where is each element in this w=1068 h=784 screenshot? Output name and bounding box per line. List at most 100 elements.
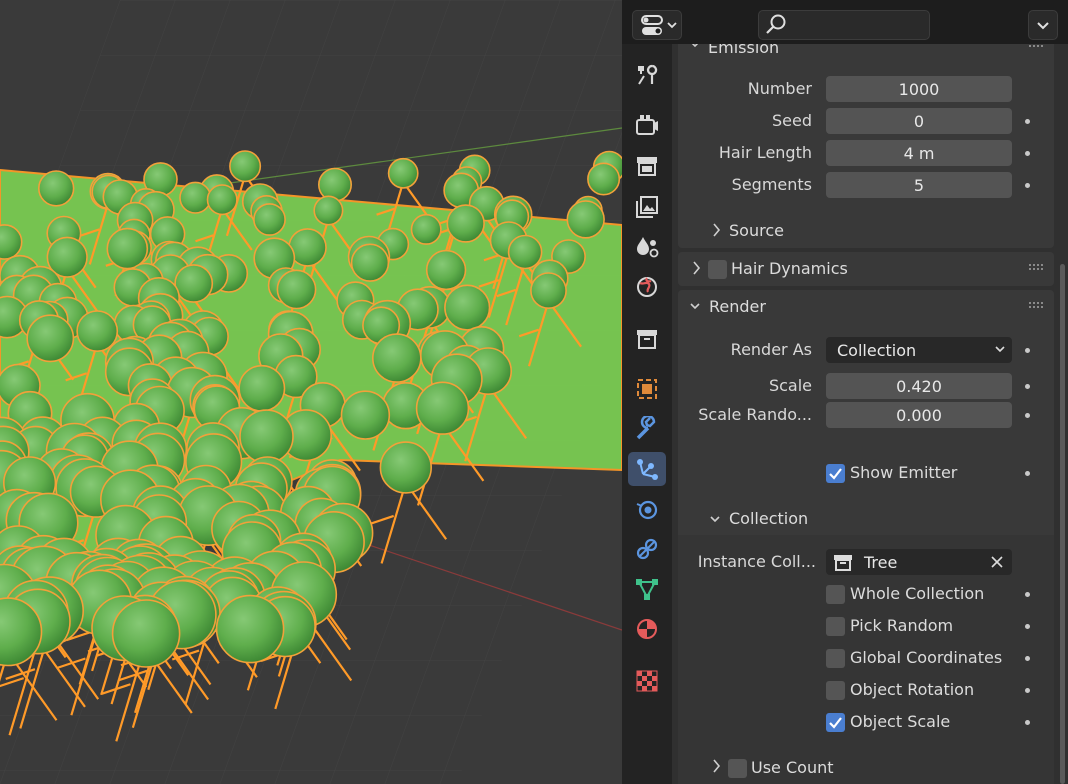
- chevron-down-icon[interactable]: [688, 44, 702, 52]
- hair-dynamics-title[interactable]: Hair Dynamics: [731, 259, 848, 278]
- properties-tabs: [622, 44, 672, 784]
- tab-world[interactable]: [628, 270, 666, 304]
- hair-length-field[interactable]: 4 m: [826, 140, 1012, 166]
- tree-foliage-ball: [317, 167, 352, 202]
- keyframe-dot[interactable]: [1025, 384, 1030, 389]
- object-rotation-label[interactable]: Object Rotation: [850, 680, 974, 699]
- render-panel-title[interactable]: Render: [709, 297, 766, 316]
- pick-random-label[interactable]: Pick Random: [850, 616, 953, 635]
- pick-random-checkbox[interactable]: [826, 617, 845, 636]
- tree-foliage-ball: [313, 195, 344, 226]
- keyframe-dot[interactable]: [1025, 183, 1030, 188]
- chevron-down-icon[interactable]: [708, 514, 722, 528]
- tree-foliage-ball: [387, 157, 419, 189]
- tab-particles[interactable]: [628, 452, 666, 486]
- instance-collection-field[interactable]: Tree: [826, 549, 1012, 575]
- tree-foliage-ball: [566, 200, 605, 239]
- tab-output[interactable]: [628, 149, 666, 183]
- keyframe-dot[interactable]: [1025, 413, 1030, 418]
- emission-panel-title[interactable]: Emission: [708, 44, 779, 57]
- object-scale-checkbox[interactable]: [826, 713, 845, 732]
- tab-constraints[interactable]: [628, 532, 666, 566]
- tree-foliage-ball: [350, 243, 390, 282]
- view-layer-icon: [636, 196, 658, 218]
- use-count-checkbox[interactable]: [728, 759, 747, 778]
- scale-randomness-field[interactable]: 0.000: [826, 402, 1012, 428]
- modifier-icon: [636, 416, 656, 440]
- search-input[interactable]: [758, 10, 930, 40]
- keyframe-dot[interactable]: [1025, 119, 1030, 124]
- tab-collection[interactable]: [628, 322, 666, 356]
- drag-grip-icon[interactable]: [1029, 44, 1045, 48]
- render-as-value: Collection: [837, 340, 917, 360]
- tab-modifier[interactable]: [628, 412, 666, 446]
- tree-foliage-ball: [371, 333, 422, 383]
- instance-collection-value: Tree: [864, 552, 898, 572]
- tab-data[interactable]: [628, 572, 666, 606]
- object-rotation-checkbox[interactable]: [826, 681, 845, 700]
- show-emitter-checkbox[interactable]: [826, 464, 845, 483]
- tab-render[interactable]: [628, 108, 666, 142]
- tab-object[interactable]: [628, 372, 666, 406]
- editor-type-button[interactable]: [632, 10, 682, 40]
- chevron-down-icon: [1037, 22, 1049, 30]
- number-field[interactable]: 1000: [826, 76, 1012, 102]
- whole-collection-label[interactable]: Whole Collection: [850, 584, 984, 603]
- keyframe-dot[interactable]: [1025, 592, 1030, 597]
- tool-icon: [638, 64, 658, 85]
- checkmark-icon: [829, 717, 842, 729]
- tree-foliage-ball: [276, 269, 317, 310]
- tab-scene[interactable]: [628, 230, 666, 264]
- properties-editor: Emission Number 1000 Seed 0 Hair Length …: [622, 0, 1068, 784]
- tree-foliage-ball: [179, 181, 212, 214]
- keyframe-dot[interactable]: [1025, 348, 1030, 353]
- chevron-down-icon: [995, 346, 1005, 353]
- render-icon: [636, 115, 658, 135]
- show-emitter-label[interactable]: Show Emitter: [850, 463, 957, 482]
- segments-label: Segments: [731, 175, 812, 194]
- tree-foliage-ball: [587, 162, 621, 196]
- tab-material[interactable]: [628, 612, 666, 646]
- segments-field[interactable]: 5: [826, 172, 1012, 198]
- whole-collection-checkbox[interactable]: [826, 585, 845, 604]
- options-dropdown-button[interactable]: [1028, 10, 1058, 40]
- number-label: Number: [747, 79, 812, 98]
- keyframe-dot[interactable]: [1025, 471, 1030, 476]
- tree-foliage-ball: [415, 381, 470, 435]
- seed-field[interactable]: 0: [826, 108, 1012, 134]
- source-subpanel-title[interactable]: Source: [729, 221, 784, 240]
- hair-dynamics-checkbox[interactable]: [708, 260, 727, 279]
- object-scale-label[interactable]: Object Scale: [850, 712, 950, 731]
- 3d-viewport[interactable]: [0, 0, 622, 784]
- global-coordinates-label[interactable]: Global Coordinates: [850, 648, 1002, 667]
- tree-foliage-ball: [425, 249, 467, 291]
- drag-grip-icon[interactable]: [1029, 301, 1045, 309]
- tab-physics[interactable]: [628, 492, 666, 526]
- close-icon[interactable]: [990, 555, 1004, 569]
- tab-view-layer[interactable]: [628, 190, 666, 224]
- keyframe-dot[interactable]: [1025, 151, 1030, 156]
- tab-texture[interactable]: [628, 664, 666, 698]
- collection-subpanel-title[interactable]: Collection: [729, 509, 808, 528]
- scale-field[interactable]: 0.420: [826, 373, 1012, 399]
- keyframe-dot[interactable]: [1025, 688, 1030, 693]
- tab-tool[interactable]: [628, 58, 666, 92]
- tree-foliage-ball: [446, 204, 485, 243]
- keyframe-dot[interactable]: [1025, 624, 1030, 629]
- chevron-right-icon[interactable]: [710, 222, 724, 238]
- chevron-right-icon[interactable]: [690, 260, 704, 276]
- tree-foliage-ball: [444, 284, 491, 331]
- keyframe-dot[interactable]: [1025, 656, 1030, 661]
- chevron-down-icon[interactable]: [688, 300, 702, 314]
- render-as-dropdown[interactable]: Collection: [826, 337, 1012, 363]
- instance-collection-label: Instance Coll...: [697, 552, 816, 571]
- tree-foliage-ball: [26, 314, 75, 363]
- use-count-title[interactable]: Use Count: [751, 758, 834, 777]
- drag-grip-icon[interactable]: [1029, 263, 1045, 271]
- collection-icon: [637, 330, 657, 349]
- tree-foliage-ball: [410, 213, 442, 245]
- global-coordinates-checkbox[interactable]: [826, 649, 845, 668]
- chevron-right-icon[interactable]: [710, 758, 724, 774]
- keyframe-dot[interactable]: [1025, 720, 1030, 725]
- scrollbar[interactable]: [1060, 264, 1065, 784]
